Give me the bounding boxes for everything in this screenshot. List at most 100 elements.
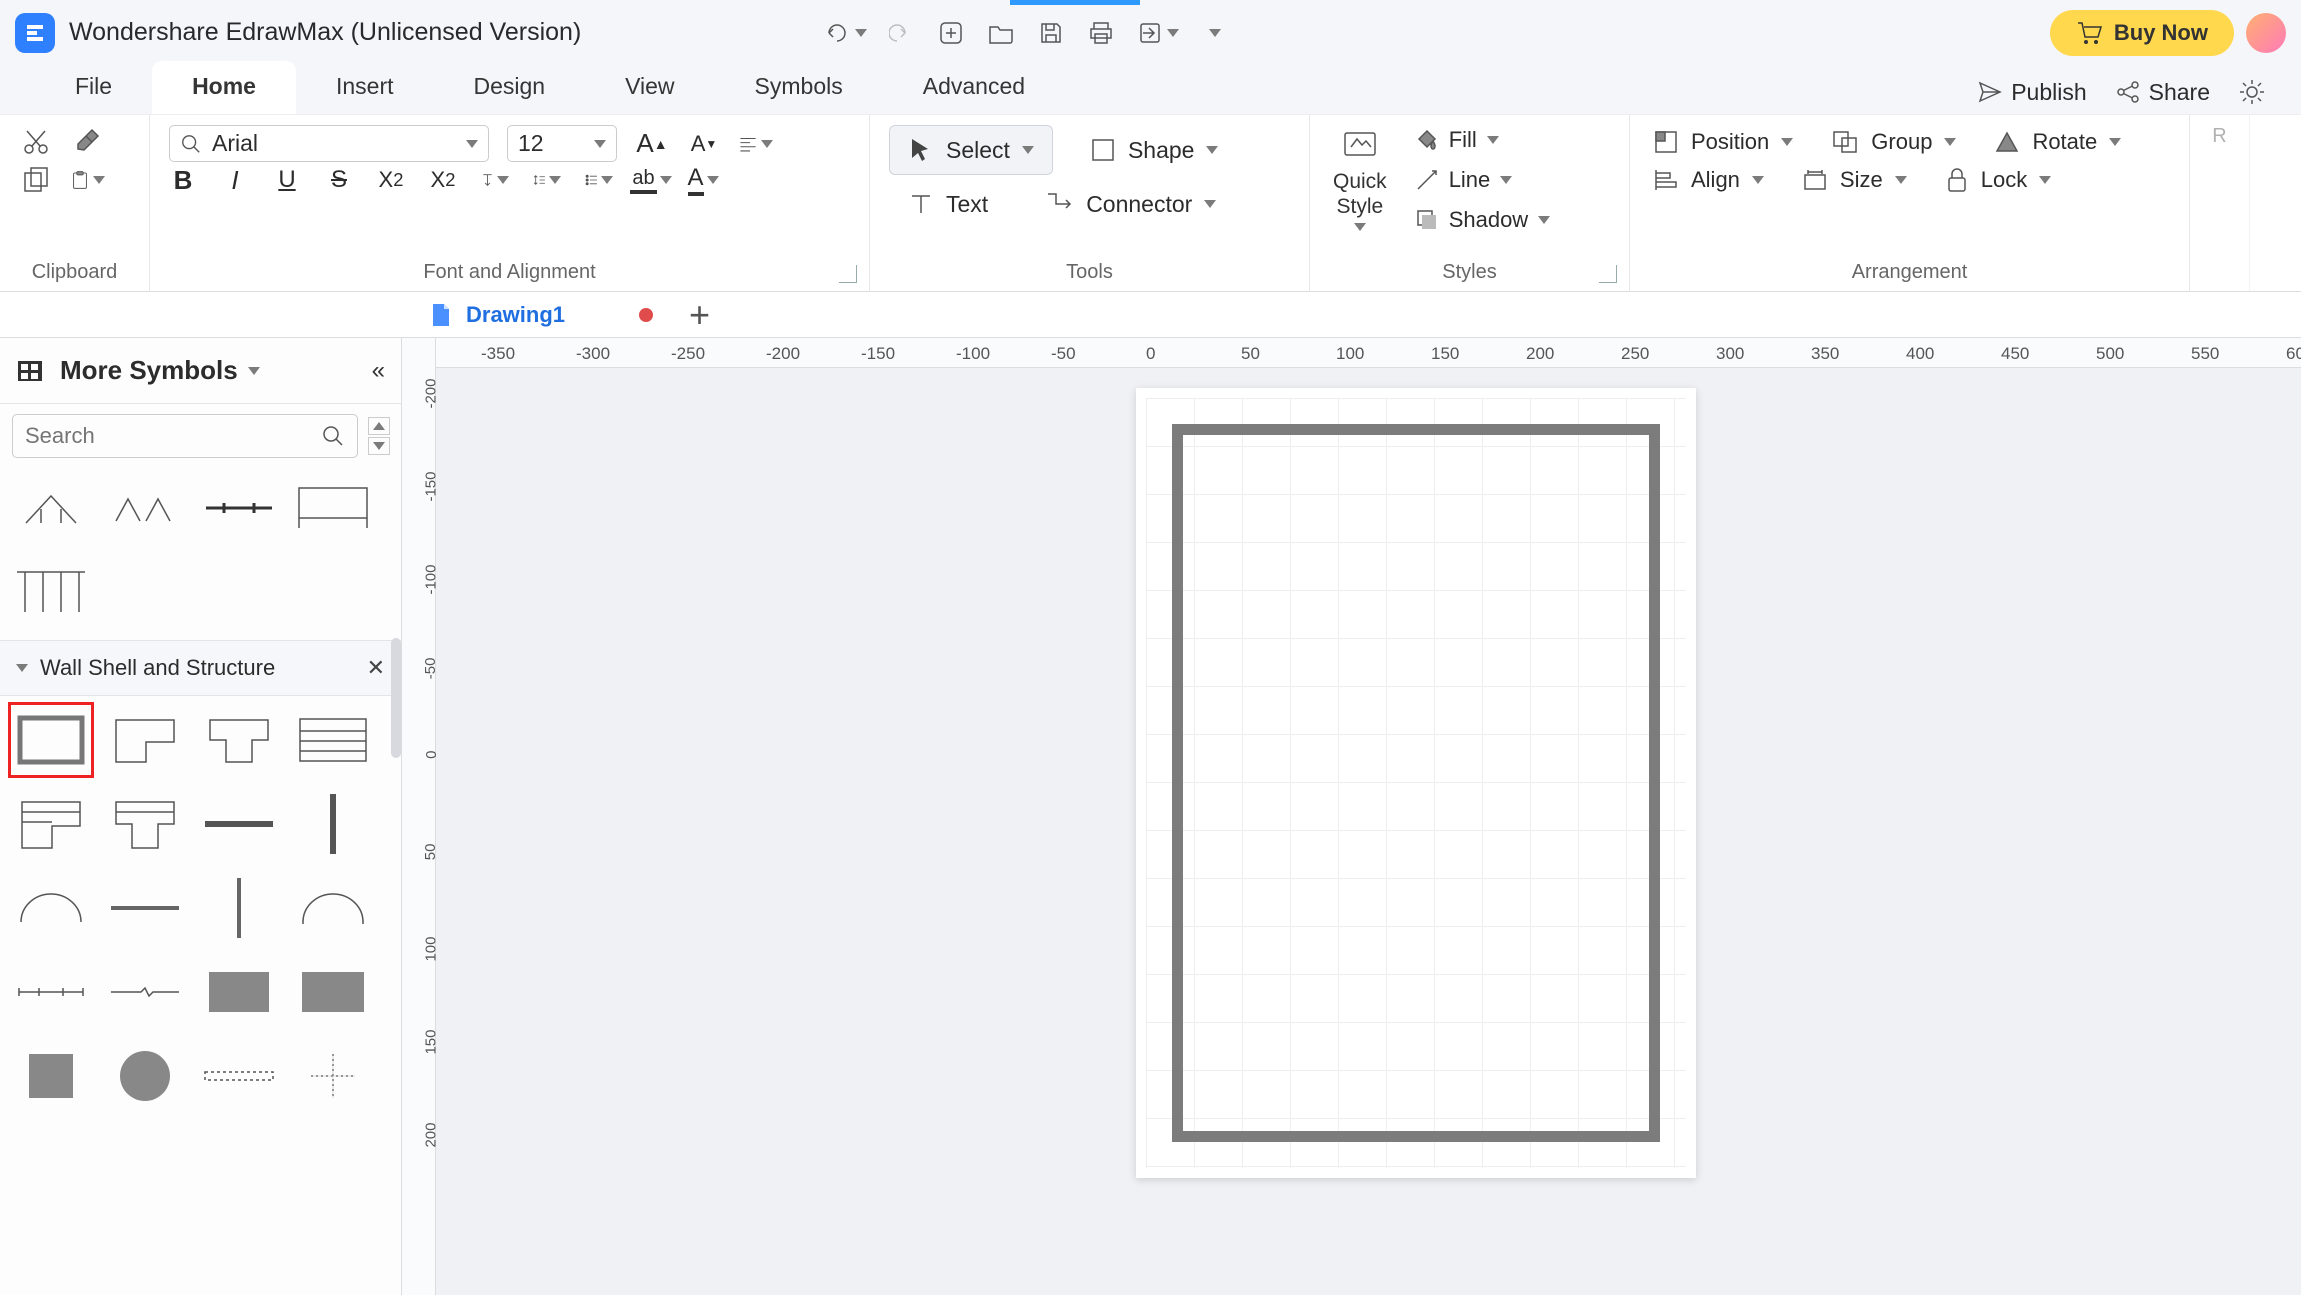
shape-t-room[interactable] — [196, 702, 282, 778]
shape-filled-slab-1[interactable] — [196, 954, 282, 1030]
panel-scrollbar[interactable] — [391, 638, 401, 758]
text-direction-button[interactable] — [481, 166, 509, 194]
tab-advanced[interactable]: Advanced — [883, 61, 1065, 114]
subscript-button[interactable]: X2 — [429, 166, 457, 194]
font-color-button[interactable]: A — [689, 166, 717, 194]
shape-hidden-wall[interactable] — [196, 1038, 282, 1114]
shape-l-slab[interactable] — [8, 786, 94, 862]
shape-dimension-line[interactable] — [8, 954, 94, 1030]
shape-filled-slab-2[interactable] — [290, 954, 376, 1030]
tab-insert[interactable]: Insert — [296, 61, 434, 114]
font-dialog-launcher[interactable] — [839, 265, 857, 283]
lock-button[interactable]: Lock — [1941, 163, 2055, 197]
align-button[interactable]: Align — [1649, 163, 1768, 197]
italic-button[interactable]: I — [221, 166, 249, 194]
shape-thin-wall-v[interactable] — [196, 870, 282, 946]
shape-slab-lines[interactable] — [290, 702, 376, 778]
connector-icon — [1044, 190, 1074, 218]
strike-button[interactable]: S — [325, 166, 353, 194]
tab-design[interactable]: Design — [434, 61, 586, 114]
line-spacing-button[interactable] — [533, 166, 561, 194]
scroll-up-button[interactable] — [368, 417, 390, 435]
buy-now-button[interactable]: Buy Now — [2050, 10, 2234, 56]
shape-label: Shape — [1128, 137, 1195, 164]
shape-room[interactable] — [8, 702, 94, 778]
more-symbols-label[interactable]: More Symbols — [60, 355, 238, 386]
shape-tool-button[interactable]: Shape — [1071, 126, 1238, 175]
shape-roof-truss[interactable] — [8, 470, 94, 546]
quick-style-button[interactable]: Quick Style — [1325, 123, 1395, 235]
open-button[interactable] — [985, 17, 1017, 49]
connector-tool-button[interactable]: Connector — [1025, 179, 1235, 229]
shape-counter[interactable] — [290, 470, 376, 546]
select-tool-button[interactable]: Select — [889, 125, 1053, 175]
bold-button[interactable]: B — [169, 166, 197, 194]
paste-button[interactable] — [71, 163, 105, 197]
format-painter-button[interactable] — [71, 125, 105, 159]
superscript-button[interactable]: X2 — [377, 166, 405, 194]
shape-square-column[interactable] — [8, 1038, 94, 1114]
shape-grid-cross[interactable] — [290, 1038, 376, 1114]
drawing-page[interactable] — [1136, 388, 1696, 1178]
room-shape[interactable] — [1172, 424, 1660, 1142]
symbol-search-input[interactable] — [25, 423, 313, 449]
underline-button[interactable]: U — [273, 166, 301, 194]
shape-beam[interactable] — [196, 470, 282, 546]
section-close-button[interactable]: ✕ — [367, 655, 385, 681]
publish-button[interactable]: Publish — [1977, 79, 2086, 106]
styles-dialog-launcher[interactable] — [1599, 265, 1617, 283]
tab-file[interactable]: File — [35, 61, 152, 114]
qat-customize-button[interactable] — [1199, 17, 1231, 49]
canvas[interactable] — [436, 368, 2301, 1295]
section-wall-shell[interactable]: Wall Shell and Structure ✕ — [0, 640, 401, 696]
styles-group-label: Styles — [1325, 259, 1614, 289]
group-button[interactable]: Group — [1827, 125, 1960, 159]
tab-home[interactable]: Home — [152, 61, 296, 114]
highlight-button[interactable]: ab — [637, 166, 665, 194]
search-icon[interactable] — [321, 424, 345, 448]
save-button[interactable] — [1035, 17, 1067, 49]
shape-wall-vertical[interactable] — [290, 786, 376, 862]
increase-font-button[interactable]: A▲ — [635, 127, 669, 161]
text-tool-button[interactable]: Text — [889, 180, 1007, 229]
font-size-combo[interactable]: 12 — [507, 125, 617, 162]
new-doc-tab-button[interactable]: + — [677, 294, 722, 336]
shape-round-column[interactable] — [102, 1038, 188, 1114]
shape-folding-door[interactable] — [102, 470, 188, 546]
shape-thin-wall[interactable] — [102, 870, 188, 946]
tab-symbols[interactable]: Symbols — [715, 61, 883, 114]
text-align-button[interactable] — [739, 127, 773, 161]
export-button[interactable] — [1135, 17, 1181, 49]
shape-arc-wall-right[interactable] — [290, 870, 376, 946]
font-family-combo[interactable]: Arial — [169, 125, 489, 162]
shape-l-room[interactable] — [102, 702, 188, 778]
shape-arc-wall-left[interactable] — [8, 870, 94, 946]
settings-icon[interactable] — [2238, 78, 2266, 106]
print-button[interactable] — [1085, 17, 1117, 49]
shape-t-slab[interactable] — [102, 786, 188, 862]
redo-button[interactable] — [885, 17, 917, 49]
collapse-panel-button[interactable]: « — [372, 357, 385, 385]
user-avatar[interactable] — [2246, 13, 2286, 53]
scroll-down-button[interactable] — [368, 437, 390, 455]
symbol-search-box[interactable] — [12, 414, 358, 458]
copy-button[interactable] — [19, 163, 53, 197]
rotate-button[interactable]: Rotate — [1990, 125, 2125, 159]
shape-wall-horizontal[interactable] — [196, 786, 282, 862]
cut-button[interactable] — [19, 125, 53, 159]
ribbon-group-overflow: R — [2190, 115, 2250, 291]
fill-button[interactable]: Fill — [1413, 123, 1553, 157]
size-button[interactable]: Size — [1798, 163, 1911, 197]
undo-button[interactable] — [821, 17, 867, 49]
shape-break-line[interactable] — [102, 954, 188, 1030]
shadow-button[interactable]: Shadow — [1413, 203, 1553, 237]
doc-tab-drawing1[interactable]: Drawing1 — [430, 302, 653, 328]
bullets-button[interactable] — [585, 166, 613, 194]
line-button[interactable]: Line — [1413, 163, 1553, 197]
new-button[interactable] — [935, 17, 967, 49]
position-button[interactable]: Position — [1649, 125, 1797, 159]
shape-colonnade[interactable] — [8, 554, 94, 630]
tab-view[interactable]: View — [585, 61, 714, 114]
share-button[interactable]: Share — [2115, 79, 2210, 106]
decrease-font-button[interactable]: A▼ — [687, 127, 721, 161]
